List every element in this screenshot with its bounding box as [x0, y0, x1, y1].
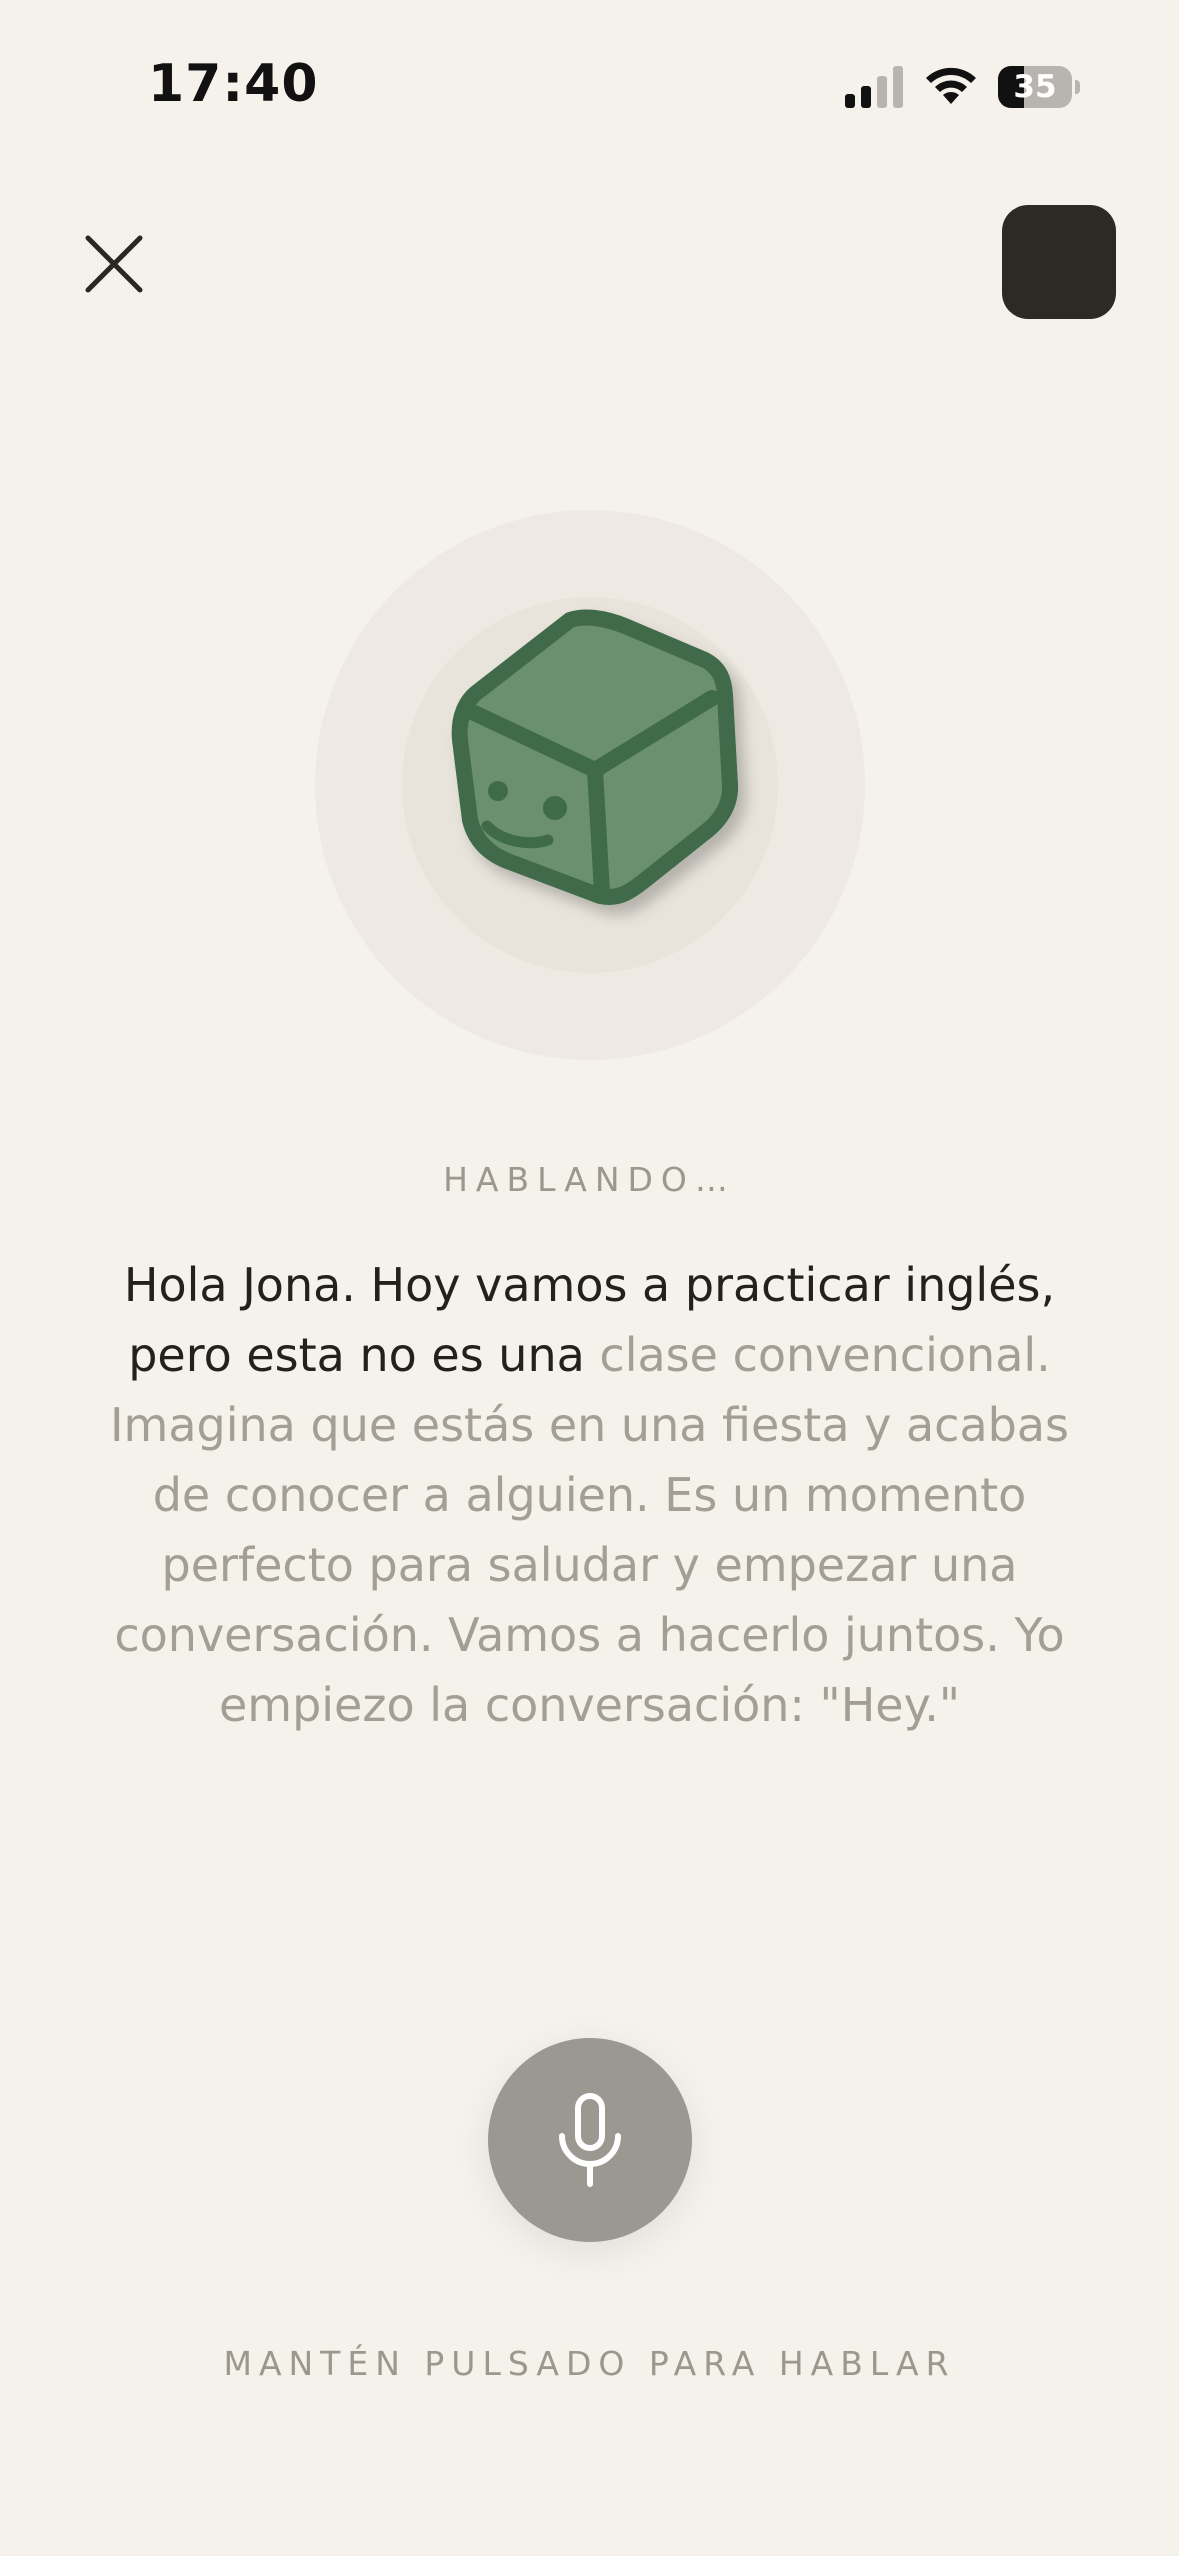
battery-level: 35 — [1013, 69, 1057, 105]
close-icon — [85, 235, 143, 293]
wifi-icon — [926, 67, 976, 104]
microphone-icon — [559, 2093, 621, 2187]
battery-indicator: 35 — [998, 66, 1080, 108]
assistant-message: Hola Jona. Hoy vamos a practicar inglés,… — [80, 1250, 1099, 1740]
status-time: 17:40 — [148, 54, 319, 114]
close-button[interactable] — [72, 222, 156, 306]
push-to-talk-hint: MANTÉN PULSADO PARA HABLAR — [223, 2344, 956, 2383]
speaking-status: HABLANDO… — [443, 1160, 736, 1199]
push-to-talk-button[interactable] — [488, 2038, 692, 2242]
cellular-signal-icon — [845, 66, 903, 108]
message-pending-text: clase convencional. Imagina que estás en… — [109, 1328, 1069, 1732]
menu-button[interactable] — [1002, 205, 1116, 319]
smiling-cube-icon — [451, 609, 739, 905]
status-bar: 17:40 35 — [0, 0, 1179, 150]
